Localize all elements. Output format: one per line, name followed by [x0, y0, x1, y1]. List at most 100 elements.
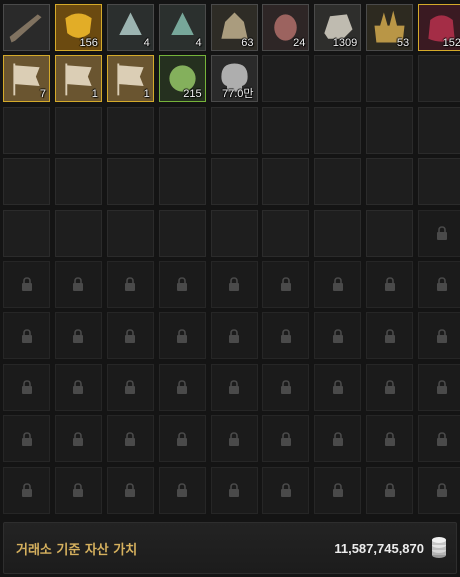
empty-inventory-slot[interactable]: [314, 55, 362, 103]
empty-inventory-slot[interactable]: [366, 106, 414, 154]
lock-icon: [73, 431, 84, 446]
lock-icon: [332, 277, 343, 292]
inventory-item-slot[interactable]: 215: [158, 55, 206, 103]
locked-inventory-slot: [210, 415, 258, 463]
inventory-item-slot[interactable]: 156: [54, 4, 102, 51]
locked-inventory-slot: [158, 312, 206, 360]
lock-icon: [73, 277, 84, 292]
empty-inventory-slot[interactable]: [210, 106, 258, 154]
item-quantity: 1: [143, 88, 150, 101]
lock-icon: [21, 277, 32, 292]
empty-inventory-slot[interactable]: [262, 55, 310, 103]
empty-inventory-slot[interactable]: [262, 106, 310, 154]
lock-icon: [229, 431, 239, 446]
inventory-item-slot[interactable]: 53: [366, 4, 414, 51]
locked-inventory-slot: [418, 209, 460, 257]
locked-inventory-slot: [106, 312, 154, 360]
empty-inventory-slot[interactable]: [262, 158, 310, 206]
lock-icon: [436, 483, 447, 498]
empty-inventory-slot[interactable]: [418, 106, 460, 154]
locked-inventory-slot: [210, 363, 258, 411]
empty-inventory-slot[interactable]: [106, 106, 154, 154]
inventory-item-slot[interactable]: 63: [210, 4, 258, 51]
locked-inventory-slot: [210, 260, 258, 308]
lock-icon: [21, 431, 32, 446]
lock-icon: [21, 380, 32, 395]
empty-inventory-slot[interactable]: [210, 158, 258, 206]
inventory-item-slot[interactable]: 152: [418, 4, 460, 51]
empty-inventory-slot[interactable]: [54, 106, 102, 154]
locked-inventory-slot: [210, 312, 258, 360]
lock-icon: [125, 329, 136, 343]
inventory-item-slot[interactable]: [3, 4, 50, 51]
locked-inventory-slot: [262, 312, 310, 360]
empty-inventory-slot[interactable]: [54, 158, 102, 206]
empty-inventory-slot[interactable]: [158, 106, 206, 154]
empty-inventory-slot[interactable]: [418, 158, 460, 206]
inventory-item-slot[interactable]: 1: [106, 55, 154, 103]
silver-coin-stack-icon: [432, 537, 446, 558]
empty-inventory-slot[interactable]: [158, 158, 206, 206]
locked-inventory-slot: [418, 466, 460, 514]
lock-icon: [229, 483, 239, 498]
empty-inventory-slot[interactable]: [3, 106, 50, 154]
locked-inventory-slot: [106, 260, 154, 308]
empty-inventory-slot[interactable]: [158, 209, 206, 257]
empty-inventory-slot[interactable]: [54, 209, 102, 257]
locked-inventory-slot: [314, 363, 362, 411]
inventory-item-slot[interactable]: 4: [106, 4, 154, 51]
inventory-item-slot[interactable]: 4: [158, 4, 206, 51]
empty-inventory-slot[interactable]: [366, 158, 414, 206]
item-quantity: 152: [442, 37, 460, 49]
locked-inventory-slot: [366, 466, 414, 514]
lock-icon: [21, 329, 32, 343]
locked-inventory-slot: [262, 415, 310, 463]
lock-icon: [332, 483, 343, 498]
locked-inventory-slot: [54, 260, 102, 308]
empty-inventory-slot[interactable]: [418, 55, 460, 103]
empty-inventory-slot[interactable]: [210, 209, 258, 257]
locked-inventory-slot: [262, 363, 310, 411]
inventory-item-slot[interactable]: 1309: [314, 4, 362, 51]
lock-icon: [436, 226, 447, 241]
locked-inventory-slot: [418, 260, 460, 308]
lock-icon: [177, 431, 188, 446]
inventory-item-slot[interactable]: 24: [262, 4, 310, 51]
empty-inventory-slot[interactable]: [106, 158, 154, 206]
lock-icon: [125, 380, 136, 395]
lock-icon: [436, 380, 447, 395]
lock-icon: [384, 380, 395, 395]
lock-icon: [177, 329, 188, 343]
inventory-item-slot[interactable]: 1: [54, 55, 102, 103]
locked-inventory-slot: [314, 260, 362, 308]
lock-icon: [280, 329, 291, 343]
locked-inventory-slot: [3, 312, 50, 360]
locked-inventory-slot: [366, 260, 414, 308]
lock-icon: [384, 483, 395, 498]
empty-inventory-slot[interactable]: [3, 209, 50, 257]
empty-inventory-slot[interactable]: [106, 209, 154, 257]
locked-inventory-slot: [314, 415, 362, 463]
inventory-item-slot[interactable]: 7: [3, 55, 50, 103]
item-quantity: 24: [293, 37, 306, 49]
empty-inventory-slot[interactable]: [314, 106, 362, 154]
locked-inventory-slot: [3, 466, 50, 514]
inventory-item-slot[interactable]: 77.0만: [210, 55, 258, 103]
empty-inventory-slot[interactable]: [366, 55, 414, 103]
empty-inventory-slot[interactable]: [314, 158, 362, 206]
lock-icon: [21, 483, 32, 498]
locked-inventory-slot: [262, 466, 310, 514]
empty-inventory-slot[interactable]: [262, 209, 310, 257]
locked-inventory-slot: [54, 415, 102, 463]
empty-inventory-slot[interactable]: [366, 209, 414, 257]
lock-icon: [73, 329, 84, 343]
empty-inventory-slot[interactable]: [314, 209, 362, 257]
locked-inventory-slot: [106, 415, 154, 463]
lock-icon: [280, 431, 291, 446]
locked-inventory-slot: [418, 312, 460, 360]
item-quantity: 215: [183, 88, 202, 101]
item-quantity: 77.0만: [221, 88, 254, 101]
empty-inventory-slot[interactable]: [3, 158, 50, 206]
asset-value-amount: 11,587,745,870: [334, 541, 424, 556]
locked-inventory-slot: [366, 363, 414, 411]
